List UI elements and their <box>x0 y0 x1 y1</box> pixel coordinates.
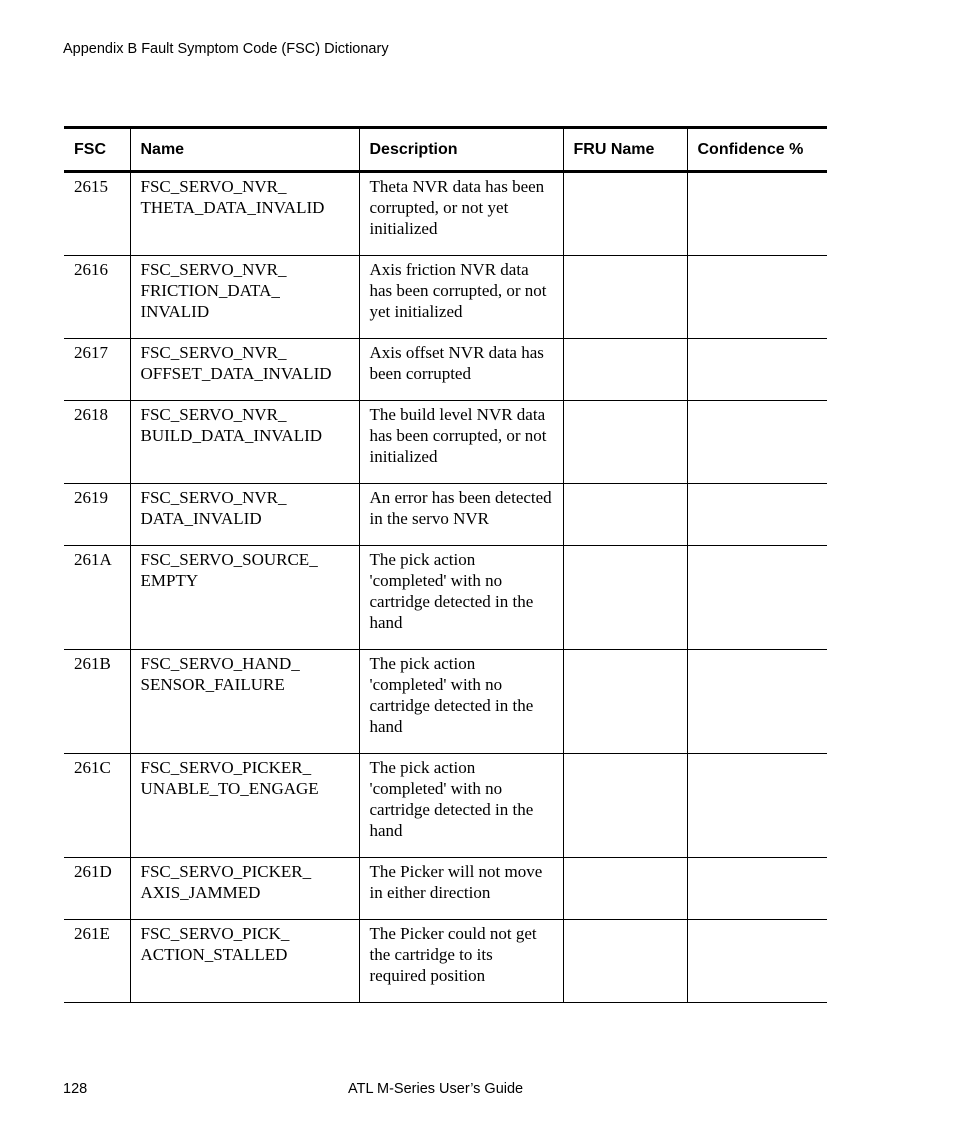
table-row: 261B FSC_SERVO_HAND_ SENSOR_FAILURE The pic… <box>64 649 827 754</box>
name-line: FSC_SERVO_NVR_ <box>140 488 287 507</box>
table-row: 261E FSC_SERVO_PICK_ ACTION_STALLED The Pic… <box>64 919 827 1003</box>
name-line: ACTION_STALLED <box>140 945 288 964</box>
name-line: DATA_INVALID <box>140 509 262 528</box>
cell-confidence <box>686 919 827 1003</box>
cell-fsc: 2619 <box>74 488 108 507</box>
name-line: FSC_SERVO_NVR_ <box>140 343 287 362</box>
table-row: 261A FSC_SERVO_SOURCE_ EMPTY The pick actio… <box>64 545 827 650</box>
name-line: SENSOR_FAILURE <box>140 675 285 694</box>
cell-confidence <box>686 649 827 754</box>
table-row: 2617 FSC_SERVO_NVR_ OFFSET_DATA_INVALID Axi… <box>64 338 827 401</box>
name-line: FSC_SERVO_NVR_ <box>140 260 287 279</box>
cell-description: The pick action 'completed' with no cart… <box>358 545 563 650</box>
cell-fsc: 261C <box>74 758 111 777</box>
cell-name: FSC_SERVO_PICK_ ACTION_STALLED <box>129 919 359 1003</box>
cell-description: The pick action 'completed' with no cart… <box>358 649 563 754</box>
cell-name: FSC_SERVO_PICKER_ AXIS_JAMMED <box>129 857 359 920</box>
name-line: FSC_SERVO_NVR_ <box>140 405 287 424</box>
cell-fru-name <box>562 255 687 339</box>
running-header: Appendix B Fault Symptom Code (FSC) Dict… <box>63 41 389 57</box>
cell-fsc: 261B <box>74 654 111 673</box>
cell-name: FSC_SERVO_NVR_ DATA_INVALID <box>129 483 359 546</box>
cell-fru-name <box>562 649 687 754</box>
name-line: FSC_SERVO_HAND_ <box>140 654 300 673</box>
cell-fru-name <box>562 400 687 484</box>
cell-fru-name <box>562 919 687 1003</box>
cell-fru-name <box>562 483 687 546</box>
cell-fsc: 2617 <box>74 343 108 362</box>
cell-fru-name <box>562 171 687 256</box>
cell-description: The Picker will not move in either direc… <box>358 857 563 920</box>
name-line: AXIS_JAMMED <box>140 883 261 902</box>
cell-fru-name <box>562 545 687 650</box>
name-line: BUILD_DATA_INVALID <box>140 426 323 445</box>
cell-confidence <box>686 857 827 920</box>
cell-confidence <box>686 483 827 546</box>
column-header-fru-name: FRU Name <box>562 127 687 172</box>
cell-description: Theta NVR data has been corrupted, or no… <box>358 171 563 256</box>
cell-description: Axis offset NVR data has been corrupted <box>358 338 563 401</box>
cell-fsc: 261A <box>74 550 112 569</box>
column-header-confidence: Confidence % <box>686 127 827 172</box>
cell-fsc: 2615 <box>74 177 108 196</box>
cell-name: FSC_SERVO_NVR_ BUILD_DATA_INVALID <box>129 400 359 484</box>
cell-name: FSC_SERVO_PICKER_ UNABLE_TO_ENGAGE <box>129 753 359 858</box>
cell-name: FSC_SERVO_NVR_ FRICTION_DATA_ INVALID <box>129 255 359 339</box>
cell-fsc: 2616 <box>74 260 108 279</box>
cell-fru-name <box>562 857 687 920</box>
name-line: UNABLE_TO_ENGAGE <box>140 779 319 798</box>
cell-description: An error has been detected in the servo … <box>358 483 563 546</box>
cell-name: FSC_SERVO_HAND_ SENSOR_FAILURE <box>129 649 359 754</box>
name-line: THETA_DATA_INVALID <box>140 198 325 217</box>
column-header-name: Name <box>129 127 359 172</box>
cell-fru-name <box>562 338 687 401</box>
cell-confidence <box>686 255 827 339</box>
page-number: 128 <box>63 1081 88 1097</box>
cell-description: The Picker could not get the cartridge t… <box>358 919 563 1003</box>
table-row: 261D FSC_SERVO_PICKER_ AXIS_JAMMED The Pick… <box>64 857 827 920</box>
name-line: OFFSET_DATA_INVALID <box>140 364 332 383</box>
cell-fsc: 261E <box>74 924 110 943</box>
table-row: 2618 FSC_SERVO_NVR_ BUILD_DATA_INVALID The … <box>64 400 827 484</box>
name-line: FSC_SERVO_SOURCE_ <box>140 550 318 569</box>
cell-description: Axis friction NVR data has been corrupte… <box>358 255 563 339</box>
table-row: 2616 FSC_SERVO_NVR_ FRICTION_DATA_ INVALID A… <box>64 255 827 339</box>
cell-confidence <box>686 171 827 256</box>
name-line: FSC_SERVO_NVR_ <box>140 177 287 196</box>
table-row: 261C FSC_SERVO_PICKER_ UNABLE_TO_ENGAGE The… <box>64 753 827 858</box>
name-line: FSC_SERVO_PICKER_ <box>140 758 312 777</box>
column-header-description: Description <box>358 127 563 172</box>
column-header-fsc: FSC <box>74 140 106 158</box>
name-line: INVALID <box>140 302 210 321</box>
footer-title: ATL M-Series User’s Guide <box>348 1081 524 1097</box>
name-line: FSC_SERVO_PICK_ <box>140 924 290 943</box>
cell-name: FSC_SERVO_SOURCE_ EMPTY <box>129 545 359 650</box>
cell-fru-name <box>562 753 687 858</box>
name-line: FRICTION_DATA_ <box>140 281 280 300</box>
cell-fsc: 2618 <box>74 405 108 424</box>
cell-confidence <box>686 400 827 484</box>
cell-name: FSC_SERVO_NVR_ OFFSET_DATA_INVALID <box>129 338 359 401</box>
cell-description: The pick action 'completed' with no cart… <box>358 753 563 858</box>
table-row: 2619 FSC_SERVO_NVR_ DATA_INVALID An error h… <box>64 483 827 546</box>
fsc-table: FSC Name Description FRU Name Confidence… <box>64 126 827 1003</box>
table-row: 2615 FSC_SERVO_NVR_ THETA_DATA_INVALID Thet… <box>64 171 827 256</box>
cell-confidence <box>686 545 827 650</box>
cell-description: The build level NVR data has been corrup… <box>358 400 563 484</box>
table-header-row: FSC Name Description FRU Name Confidence… <box>64 127 827 172</box>
cell-confidence <box>686 753 827 858</box>
name-line: FSC_SERVO_PICKER_ <box>140 862 312 881</box>
cell-fsc: 261D <box>74 862 112 881</box>
table-body: 2615 FSC_SERVO_NVR_ THETA_DATA_INVALID Thet… <box>64 171 827 1003</box>
name-line: EMPTY <box>140 571 199 590</box>
cell-confidence <box>686 338 827 401</box>
cell-name: FSC_SERVO_NVR_ THETA_DATA_INVALID <box>129 171 359 256</box>
